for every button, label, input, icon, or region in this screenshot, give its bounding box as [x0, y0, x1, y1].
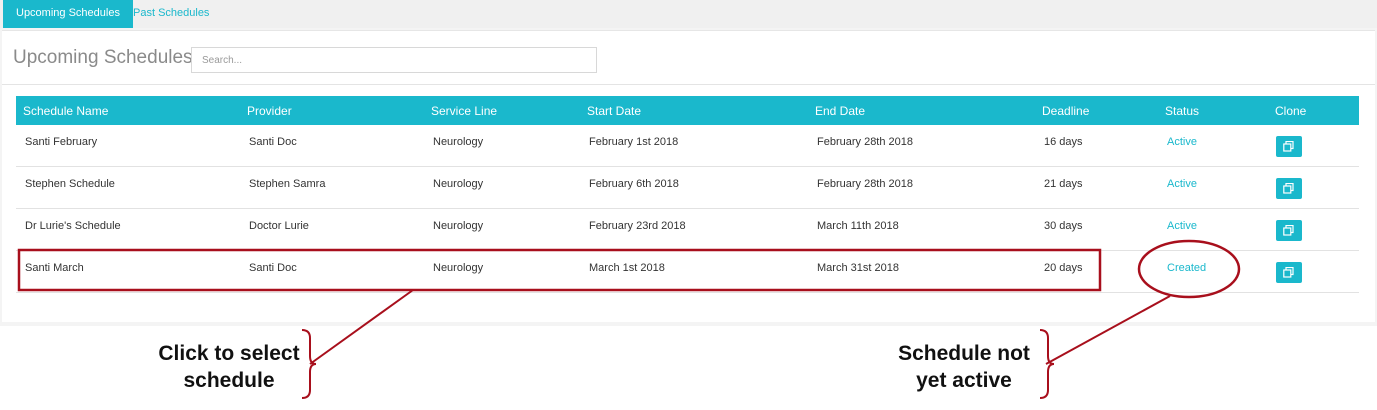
- provider-cell: Stephen Samra: [249, 178, 326, 190]
- copy-icon: [1283, 141, 1294, 152]
- service-line-cell: Neurology: [433, 262, 484, 274]
- column-header-schedule-name[interactable]: Schedule Name: [23, 104, 108, 118]
- search-input[interactable]: [191, 47, 597, 73]
- copy-icon: [1283, 267, 1294, 278]
- table-row[interactable]: Santi February Santi Doc Neurology Febru…: [16, 125, 1359, 167]
- status-badge: Active: [1167, 136, 1197, 148]
- status-badge: Active: [1167, 220, 1197, 232]
- right-callout-line-1: Schedule not: [898, 342, 1030, 365]
- schedule-name-cell: Santi February: [25, 136, 98, 148]
- schedules-table: Schedule Name Provider Service Line Star…: [16, 96, 1359, 293]
- column-header-clone: Clone: [1275, 104, 1307, 118]
- clone-button[interactable]: [1276, 136, 1302, 157]
- provider-cell: Santi Doc: [249, 262, 297, 274]
- column-header-start-date[interactable]: Start Date: [587, 104, 641, 118]
- left-callout-line-1: Click to select: [158, 342, 300, 365]
- schedule-name-cell: Dr Lurie's Schedule: [25, 220, 121, 232]
- provider-cell: Doctor Lurie: [249, 220, 309, 232]
- column-header-service-line[interactable]: Service Line: [431, 104, 497, 118]
- right-callout-line-2: yet active: [916, 369, 1012, 392]
- schedule-name-cell: Stephen Schedule: [25, 178, 115, 190]
- start-date-cell: February 1st 2018: [589, 136, 679, 148]
- service-line-cell: Neurology: [433, 220, 484, 232]
- deadline-cell: 20 days: [1044, 262, 1083, 274]
- clone-button[interactable]: [1276, 262, 1302, 283]
- provider-cell: Santi Doc: [249, 136, 297, 148]
- start-date-cell: February 23rd 2018: [589, 220, 686, 232]
- deadline-cell: 16 days: [1044, 136, 1083, 148]
- table-row[interactable]: Santi March Santi Doc Neurology March 1s…: [16, 251, 1359, 293]
- tab-upcoming-schedules[interactable]: Upcoming Schedules: [3, 0, 133, 28]
- column-header-end-date[interactable]: End Date: [815, 104, 865, 118]
- service-line-cell: Neurology: [433, 136, 484, 148]
- tab-past-schedules[interactable]: Past Schedules: [120, 0, 222, 28]
- table-header: Schedule Name Provider Service Line Star…: [16, 96, 1359, 125]
- end-date-cell: February 28th 2018: [817, 178, 914, 190]
- clone-button[interactable]: [1276, 178, 1302, 199]
- page-title: Upcoming Schedules: [13, 47, 193, 68]
- status-badge: Active: [1167, 178, 1197, 190]
- service-line-cell: Neurology: [433, 178, 484, 190]
- divider: [2, 84, 1375, 85]
- deadline-cell: 30 days: [1044, 220, 1083, 232]
- column-header-provider[interactable]: Provider: [247, 104, 292, 118]
- column-header-status: Status: [1165, 104, 1200, 118]
- deadline-cell: 21 days: [1044, 178, 1083, 190]
- schedules-panel: Upcoming Schedules Schedule Name Provide…: [0, 28, 1377, 326]
- clone-button[interactable]: [1276, 220, 1302, 241]
- table-row[interactable]: Stephen Schedule Stephen Samra Neurology…: [16, 167, 1359, 209]
- copy-icon: [1283, 225, 1294, 236]
- column-header-deadline[interactable]: Deadline: [1042, 104, 1089, 118]
- left-callout-text: Click to select schedule: [145, 340, 313, 394]
- schedule-name-cell: Santi March: [25, 262, 84, 274]
- end-date-cell: March 11th 2018: [817, 220, 899, 232]
- start-date-cell: February 6th 2018: [589, 178, 679, 190]
- status-badge: Created: [1167, 262, 1207, 274]
- table-row[interactable]: Dr Lurie's Schedule Doctor Lurie Neurolo…: [16, 209, 1359, 251]
- tab-bar: Upcoming Schedules Past Schedules: [0, 0, 1377, 28]
- left-callout-line-2: schedule: [183, 369, 275, 392]
- end-date-cell: February 28th 2018: [817, 136, 914, 148]
- copy-icon: [1283, 183, 1294, 194]
- start-date-cell: March 1st 2018: [589, 262, 665, 274]
- right-callout-text: Schedule not yet active: [880, 340, 1048, 394]
- end-date-cell: March 31st 2018: [817, 262, 899, 274]
- panel-body: Upcoming Schedules Schedule Name Provide…: [2, 30, 1375, 322]
